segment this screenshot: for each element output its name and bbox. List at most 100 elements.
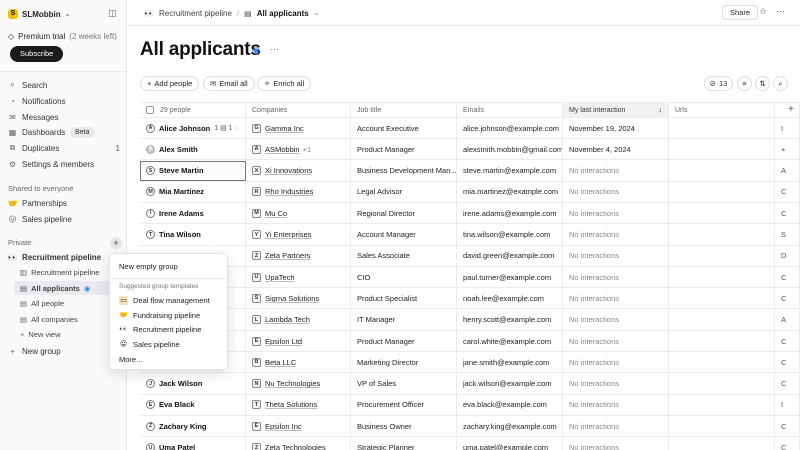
cell-email[interactable]: paul.turner@example.com [457,267,563,288]
more-icon[interactable]: ··· [776,6,785,16]
star-icon[interactable]: ☆ [759,6,767,17]
cell-last-interaction[interactable]: No interactions [563,267,669,288]
add-people-button[interactable]: + Add people [140,76,200,91]
menu-more[interactable]: More... [119,353,142,365]
enrich-all-button[interactable]: ✧ Enrich all [257,76,312,91]
cell-last-interaction[interactable]: No interactions [563,224,669,245]
cell-overflow[interactable]: C [775,373,800,394]
cell-company[interactable]: S Sigma Solutions [246,288,351,309]
cell-person[interactable]: Z Zachary King [140,416,246,437]
company-link[interactable]: Gamma Inc [265,124,304,133]
table-row[interactable]: A Alex Smith A ASMobbin +1 Product Manager ale… [140,139,800,161]
menu-template-fundraising[interactable]: 🤝 Fundraising pipeline [119,309,200,321]
subscribe-button[interactable]: Subscribe [10,46,64,62]
cell-urls[interactable] [669,267,775,288]
filter-button[interactable]: ≡ [737,76,752,91]
cell-urls[interactable] [669,373,775,394]
cell-last-interaction[interactable]: No interactions [563,181,669,202]
sidebar-item-dashboards[interactable]: ▦ Dashboards Beta [8,125,120,139]
cell-company[interactable]: X Xi Innovations [246,160,351,181]
cell-company[interactable]: L Lambda Tech [246,309,351,330]
cell-job-title[interactable]: Sales Associate [351,245,457,266]
cell-last-interaction[interactable]: No interactions [563,416,669,437]
cell-company[interactable]: Z Zeta Partners [246,245,351,266]
cell-company[interactable]: Y Yi Enterprises [246,224,351,245]
cell-urls[interactable] [669,416,775,437]
hidden-fields-button[interactable]: ⊘ 13 [704,76,733,91]
cell-last-interaction[interactable]: No interactions [563,309,669,330]
company-link[interactable]: Rho Industries [265,187,313,196]
cell-person[interactable]: U Uma Patel [140,437,246,450]
header-emails[interactable]: Emails [457,103,563,117]
cell-overflow[interactable]: C [775,203,800,224]
header-job-title[interactable]: Job title [351,103,457,117]
cell-urls[interactable] [669,160,775,181]
table-row[interactable]: T Tina Wilson Y Yi Enterprises Account Manag… [140,224,800,246]
company-link[interactable]: Yi Enterprises [265,230,311,239]
company-link[interactable]: Zeta Technologies [265,443,326,450]
company-link[interactable]: Mu Co [265,209,287,218]
cell-email[interactable]: jack.wilson@example.com [457,373,563,394]
company-link[interactable]: ASMobbin [265,145,300,154]
company-link[interactable]: Epsilon Ltd [265,337,302,346]
cell-overflow[interactable]: C [775,267,800,288]
cell-person[interactable]: T Tina Wilson [140,224,246,245]
workspace-switcher[interactable]: S SLMobbin ⌄ [8,8,71,20]
company-link[interactable]: Beta LLC [265,358,296,367]
cell-job-title[interactable]: Product Specialist [351,288,457,309]
cell-company[interactable]: Z Zeta Technologies [246,437,351,450]
sidebar-view-all-people[interactable]: ▤ All people [20,296,120,310]
breadcrumb-current[interactable]: All applicants [257,9,309,18]
company-link[interactable]: Sigma Solutions [265,294,319,303]
sidebar-item-notifications[interactable]: ◔ Notifications [8,94,120,108]
table-row[interactable]: Z Zachary King E Epsilon Inc Business Owner z… [140,416,800,438]
cell-overflow[interactable]: + [775,139,800,160]
company-extra-count[interactable]: +1 [303,145,312,154]
cell-email[interactable]: zachary.king@example.com [457,416,563,437]
cell-overflow[interactable]: C [775,331,800,351]
cell-company[interactable]: E Epsilon Inc [246,416,351,437]
menu-template-deal-flow[interactable]: ▭ Deal flow management [119,294,210,306]
cell-last-interaction[interactable]: No interactions [563,373,669,394]
sidebar-view-all-applicants[interactable]: ▤ All applicants ◉ [14,281,122,295]
cell-urls[interactable] [669,309,775,330]
cell-urls[interactable] [669,181,775,202]
cell-person[interactable]: S Steve Martin [140,160,246,181]
sidebar-item-partnerships[interactable]: 🤝 Partnerships [8,196,120,210]
company-link[interactable]: Lambda Tech [265,315,310,324]
table-row[interactable]: S Steve Martin X Xi Innovations Business Dev… [140,160,800,182]
cell-company[interactable]: E Epsilon Ltd [246,331,351,351]
cell-email[interactable]: carol.white@example.com [457,331,563,351]
cell-last-interaction[interactable]: No interactions [563,394,669,415]
cell-company[interactable]: G Gamma Inc [246,118,351,138]
table-row[interactable]: U UpaTech CIO paul.turner@example.com No int… [140,267,800,289]
chevron-down-icon[interactable]: ⌄ [314,9,320,17]
cell-email[interactable]: uma.patel@example.com [457,437,563,450]
cell-urls[interactable] [669,331,775,351]
cell-job-title[interactable]: Regional Director [351,203,457,224]
menu-new-empty-group[interactable]: New empty group [119,260,178,272]
cell-last-interaction[interactable]: No interactions [563,288,669,309]
cell-last-interaction[interactable]: No interactions [563,160,669,181]
company-link[interactable]: Nu Technologies [265,379,320,388]
company-link[interactable]: UpaTech [265,273,295,282]
cell-company[interactable]: A ASMobbin +1 [246,139,351,160]
cell-company[interactable]: T Theta Solutions [246,394,351,415]
cell-overflow[interactable]: A [775,160,800,181]
cell-job-title[interactable]: Account Executive [351,118,457,138]
cell-overflow[interactable]: I [775,394,800,415]
cell-email[interactable]: alexsmith.mobbin@gmail.com [457,139,563,160]
cell-overflow[interactable]: A [775,309,800,330]
table-row[interactable]: U Uma Patel Z Zeta Technologies Strategic Pl… [140,437,800,450]
cell-email[interactable]: steve.martin@example.com [457,160,563,181]
header-companies[interactable]: Companies [246,103,351,117]
cell-email[interactable]: jane.smith@example.com [457,352,563,373]
cell-overflow[interactable]: S [775,224,800,245]
cell-last-interaction[interactable]: November 19, 2024 [563,118,669,138]
cell-overflow[interactable]: I [775,118,800,138]
sidebar-new-view[interactable]: + New view [20,327,120,341]
cell-person[interactable]: A Alex Smith [140,139,246,160]
cell-job-title[interactable]: VP of Sales [351,373,457,394]
header-urls[interactable]: Urls [669,103,775,117]
sidebar-collapse-icon[interactable]: ◫ [108,8,117,19]
